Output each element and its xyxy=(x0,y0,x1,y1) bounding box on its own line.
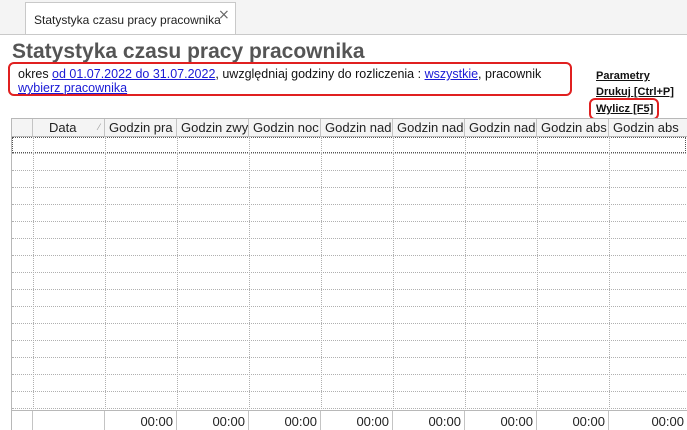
column-header-overtime-2[interactable]: Godzin nadl xyxy=(393,119,465,136)
hours-filter-link[interactable]: wszystkie xyxy=(425,67,478,81)
grid-row-divider xyxy=(12,289,687,290)
footer-total-overtime-2: 00:00 xyxy=(393,411,465,430)
filter-prefix: okres xyxy=(18,67,53,81)
footer-cell xyxy=(12,411,33,430)
grid-column-divider xyxy=(177,137,178,409)
grid-row-divider xyxy=(12,221,687,222)
close-icon[interactable]: × xyxy=(218,7,230,23)
column-header-work-hours[interactable]: Godzin pra xyxy=(105,119,177,136)
sort-icon: ⁄ xyxy=(98,122,100,132)
filter-summary: okres od 01.07.2022 do 31.07.2022, uwzgl… xyxy=(8,62,572,96)
column-header-absence-1[interactable]: Godzin abs xyxy=(537,119,609,136)
period-link[interactable]: od 01.07.2022 do 31.07.2022 xyxy=(52,67,215,81)
employee-label: , pracownik xyxy=(478,67,542,81)
grid-row-divider xyxy=(12,153,687,154)
column-header-absence-2[interactable]: Godzin abs xyxy=(609,119,687,136)
filter-text: okres od 01.07.2022 do 31.07.2022, uwzgl… xyxy=(18,67,568,95)
grid-body[interactable] xyxy=(12,137,687,409)
grid-footer: 00:00 00:00 00:00 00:00 00:00 00:00 00:0… xyxy=(12,410,687,430)
grid-row-divider xyxy=(12,306,687,307)
grid-row-divider xyxy=(12,187,687,188)
parameters-link[interactable]: Parametry xyxy=(596,70,650,82)
grid-row-divider xyxy=(12,170,687,171)
grid-column-divider xyxy=(609,137,610,409)
print-link[interactable]: Drukuj [Ctrl+P] xyxy=(596,86,674,98)
column-header-night-hours[interactable]: Godzin noc xyxy=(249,119,321,136)
grid-row-divider xyxy=(12,408,687,409)
grid-row-divider xyxy=(12,391,687,392)
grid-row-divider xyxy=(12,374,687,375)
grid-row-divider xyxy=(12,272,687,273)
footer-cell xyxy=(33,411,105,430)
calculate-link[interactable]: Wylicz [F5] xyxy=(596,103,653,115)
footer-total-night-hours: 00:00 xyxy=(249,411,321,430)
grid-column-divider xyxy=(33,137,34,409)
column-header-overtime-3[interactable]: Godzin nadl xyxy=(465,119,537,136)
column-header-date[interactable]: Data ⁄ xyxy=(33,119,105,136)
tab-label: Statystyka czasu pracy pracownika xyxy=(34,13,221,27)
grid-row-divider xyxy=(12,255,687,256)
page-title: Statystyka czasu pracy pracownika xyxy=(12,40,365,63)
tab-employee-stats[interactable]: Statystyka czasu pracy pracownika × xyxy=(25,2,236,34)
grid-row-divider xyxy=(12,238,687,239)
grid-column-divider xyxy=(393,137,394,409)
grid-column-divider xyxy=(537,137,538,409)
grid-column-divider xyxy=(105,137,106,409)
footer-total-regular-hours: 00:00 xyxy=(177,411,249,430)
grid-column-divider xyxy=(321,137,322,409)
grid-column-divider xyxy=(465,137,466,409)
grid-header: Data ⁄ Godzin pra Godzin zwy Godzin noc … xyxy=(12,119,687,137)
column-header-regular-hours[interactable]: Godzin zwy xyxy=(177,119,249,136)
footer-total-absence-1: 00:00 xyxy=(537,411,609,430)
footer-total-absence-2: 00:00 xyxy=(609,411,687,430)
focused-row[interactable] xyxy=(12,137,686,153)
stats-grid[interactable]: Data ⁄ Godzin pra Godzin zwy Godzin noc … xyxy=(11,118,687,430)
column-header-overtime-1[interactable]: Godzin nadl xyxy=(321,119,393,136)
column-header-label: Data xyxy=(49,120,77,135)
grid-row-divider xyxy=(12,357,687,358)
grid-column-divider xyxy=(249,137,250,409)
footer-total-overtime-1: 00:00 xyxy=(321,411,393,430)
grid-row-divider xyxy=(12,323,687,324)
grid-row-divider xyxy=(12,340,687,341)
tab-strip: Statystyka czasu pracy pracownika × xyxy=(0,0,687,35)
row-indicator-header xyxy=(12,119,33,136)
select-employee-link[interactable]: wybierz pracownika xyxy=(18,81,127,95)
grid-row-divider xyxy=(12,204,687,205)
footer-total-work-hours: 00:00 xyxy=(105,411,177,430)
footer-total-overtime-3: 00:00 xyxy=(465,411,537,430)
filter-mid: , uwzględniaj godziny do rozliczenia : xyxy=(215,67,425,81)
